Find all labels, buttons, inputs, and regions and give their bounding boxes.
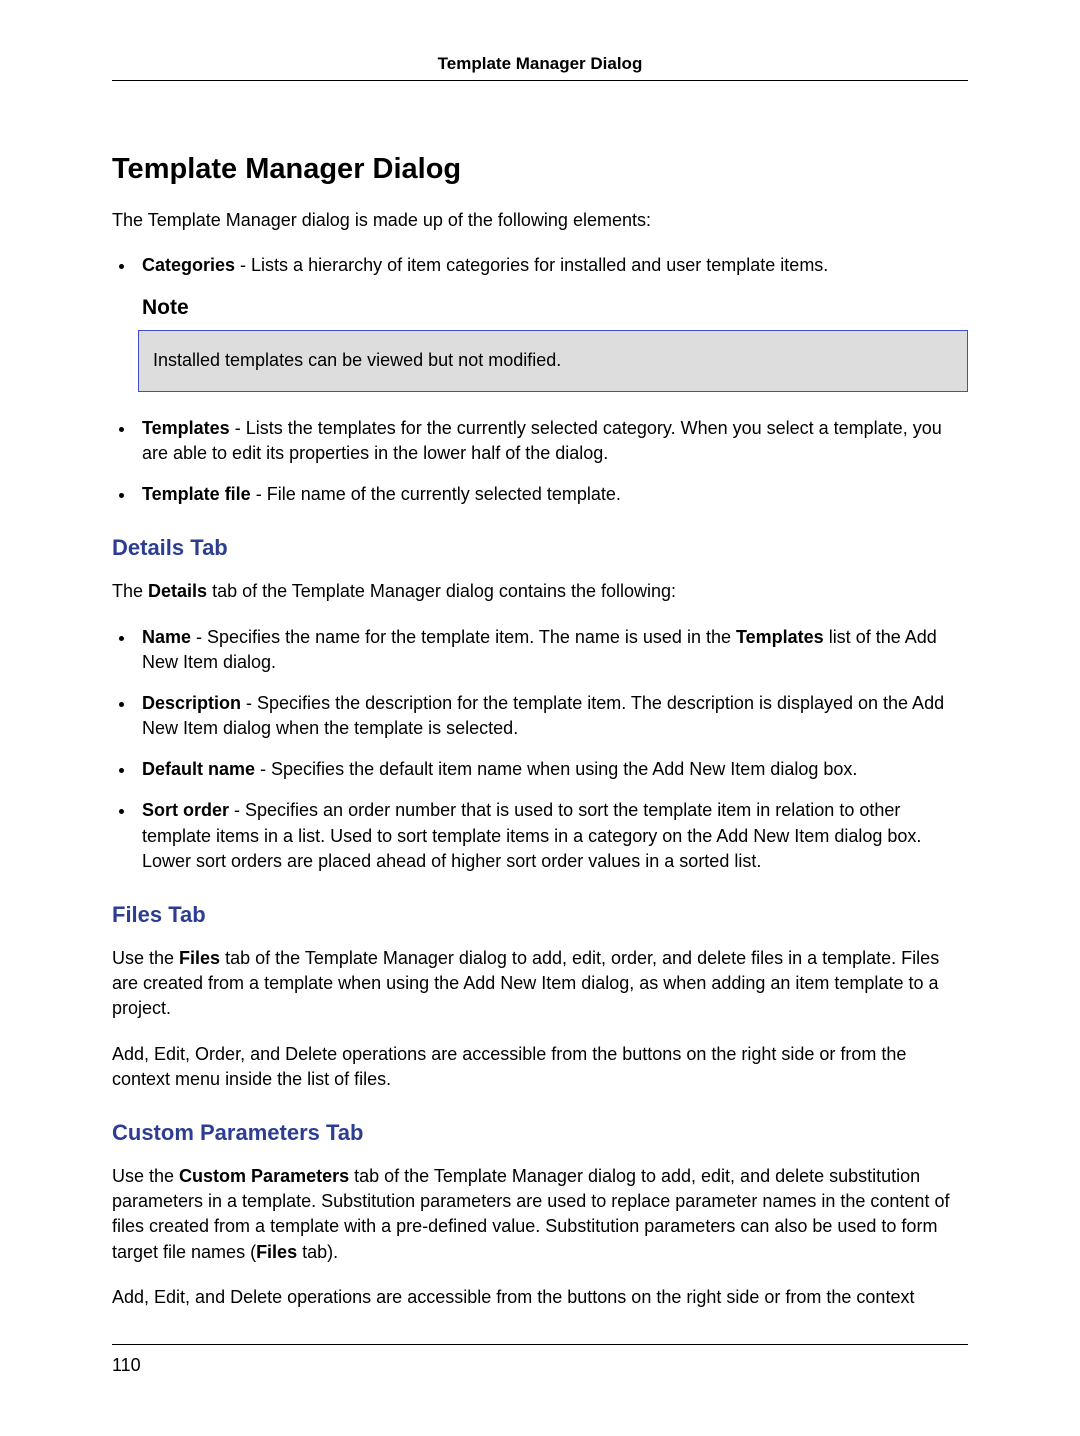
list-item: Description - Specifies the description … [136, 691, 968, 741]
text: The [112, 581, 148, 601]
desc: - Specifies the name for the template it… [191, 627, 736, 647]
bold-templates: Templates [736, 627, 824, 647]
top-list-1: Categories - Lists a hierarchy of item c… [112, 253, 968, 278]
note-block: Note Installed templates can be viewed b… [138, 296, 968, 391]
text: tab). [297, 1242, 338, 1262]
custom-p2: Add, Edit, and Delete operations are acc… [112, 1285, 968, 1310]
list-item: Templates - Lists the templates for the … [136, 416, 968, 466]
top-list-2: Templates - Lists the templates for the … [112, 416, 968, 508]
desc: - Specifies the default item name when u… [255, 759, 857, 779]
running-head: Template Manager Dialog [112, 54, 968, 81]
bold-custom-parameters: Custom Parameters [179, 1166, 349, 1186]
term-sort-order: Sort order [142, 800, 229, 820]
list-item: Sort order - Specifies an order number t… [136, 798, 968, 874]
note-box: Installed templates can be viewed but no… [138, 330, 968, 391]
custom-p1: Use the Custom Parameters tab of the Tem… [112, 1164, 968, 1265]
page-number: 110 [112, 1355, 141, 1375]
text: Use the [112, 948, 179, 968]
text: Use the [112, 1166, 179, 1186]
files-p1: Use the Files tab of the Template Manage… [112, 946, 968, 1022]
term-templates: Templates [142, 418, 230, 438]
desc: - Lists a hierarchy of item categories f… [235, 255, 828, 275]
bold-files-2: Files [256, 1242, 297, 1262]
page-title: Template Manager Dialog [112, 153, 968, 186]
desc: - Lists the templates for the currently … [142, 418, 942, 463]
list-item: Default name - Specifies the default ite… [136, 757, 968, 782]
desc: - File name of the currently selected te… [251, 484, 621, 504]
details-intro: The Details tab of the Template Manager … [112, 579, 968, 604]
desc: - Specifies an order number that is used… [142, 800, 921, 870]
page-footer: 110 [112, 1344, 968, 1376]
term-template-file: Template file [142, 484, 251, 504]
term-categories: Categories [142, 255, 235, 275]
list-item: Template file - File name of the current… [136, 482, 968, 507]
bold: Details [148, 581, 207, 601]
heading-details-tab: Details Tab [112, 535, 968, 561]
heading-custom-parameters-tab: Custom Parameters Tab [112, 1120, 968, 1146]
term-default-name: Default name [142, 759, 255, 779]
term-name: Name [142, 627, 191, 647]
text: tab of the Template Manager dialog to ad… [112, 948, 939, 1018]
term-description: Description [142, 693, 241, 713]
details-list: Name - Specifies the name for the templa… [112, 625, 968, 875]
list-item: Categories - Lists a hierarchy of item c… [136, 253, 968, 278]
note-label: Note [142, 296, 968, 320]
list-item: Name - Specifies the name for the templa… [136, 625, 968, 675]
page-container: Template Manager Dialog Template Manager… [0, 0, 1080, 1436]
text: tab of the Template Manager dialog conta… [207, 581, 676, 601]
intro-text: The Template Manager dialog is made up o… [112, 208, 968, 233]
files-p2: Add, Edit, Order, and Delete operations … [112, 1042, 968, 1092]
bold-files: Files [179, 948, 220, 968]
desc: - Specifies the description for the temp… [142, 693, 944, 738]
heading-files-tab: Files Tab [112, 902, 968, 928]
